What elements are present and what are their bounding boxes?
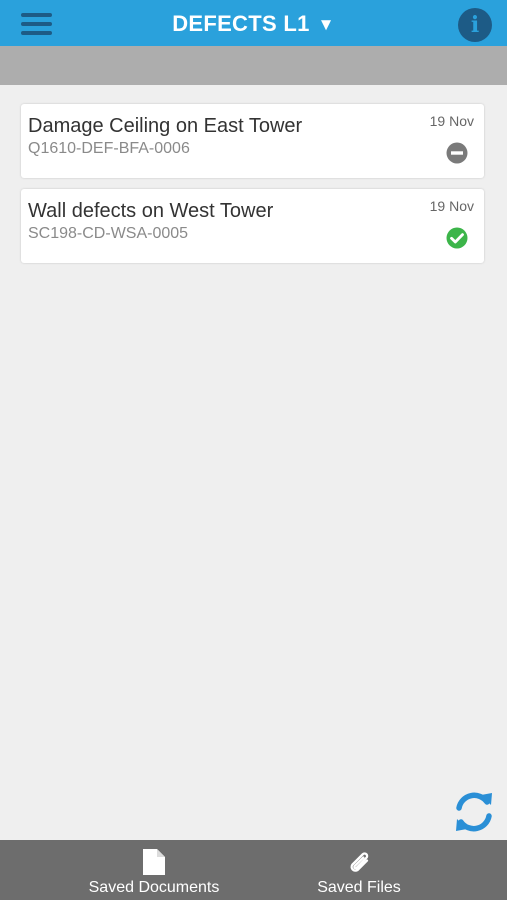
defect-code: Q1610-DEF-BFA-0006 — [28, 140, 190, 157]
sync-icon[interactable] — [451, 789, 497, 835]
defect-code: SC198-CD-WSA-0005 — [28, 225, 189, 242]
page-title-dropdown[interactable]: DEFECTS L1 ▼ — [0, 9, 507, 41]
page-title: DEFECTS L1 — [172, 11, 310, 36]
defect-date: 19 Nov — [429, 113, 474, 129]
sub-header-bar — [0, 46, 507, 85]
defect-list-item[interactable]: Damage Ceiling on East Tower Q1610-DEF-B… — [21, 104, 484, 178]
minus-circle-icon — [446, 142, 468, 164]
check-circle-icon — [446, 227, 468, 249]
saved-files-label: Saved Files — [317, 879, 401, 896]
defect-title: Damage Ceiling on East Tower — [28, 115, 303, 137]
top-app-bar: DEFECTS L1 ▼ i — [0, 0, 507, 46]
saved-files-tab[interactable]: Saved Files — [300, 840, 418, 900]
info-icon[interactable]: i — [458, 8, 492, 42]
document-icon — [143, 849, 165, 875]
saved-documents-label: Saved Documents — [88, 879, 220, 896]
defect-date: 19 Nov — [429, 198, 474, 214]
bottom-navigation: Saved Documents Saved Files — [0, 840, 507, 900]
paperclip-icon — [350, 852, 369, 872]
defect-list-item[interactable]: Wall defects on West Tower SC198-CD-WSA-… — [21, 189, 484, 263]
saved-documents-tab[interactable]: Saved Documents — [66, 840, 242, 900]
dropdown-caret-icon: ▼ — [317, 15, 335, 34]
defect-title: Wall defects on West Tower — [28, 200, 274, 222]
